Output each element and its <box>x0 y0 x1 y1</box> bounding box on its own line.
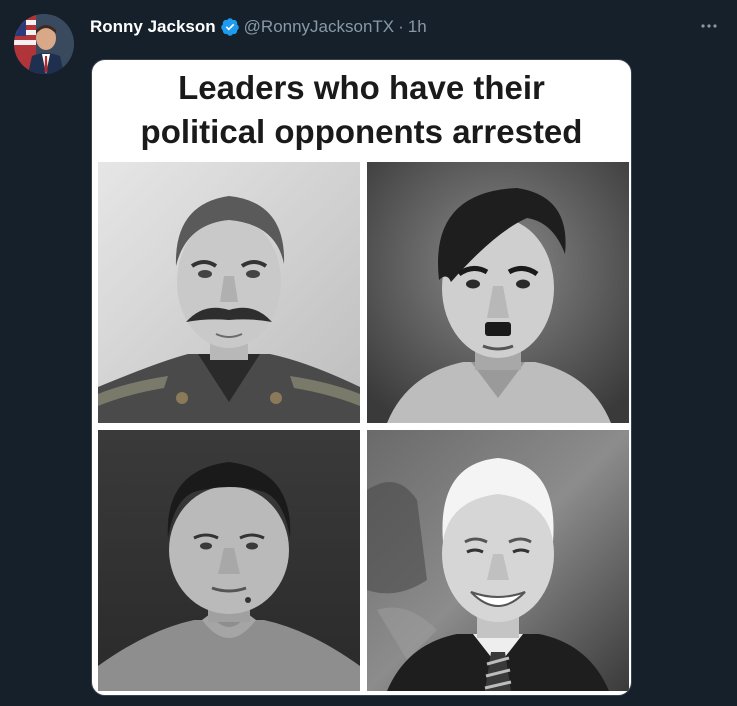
meme-title-line-2: political opponents arrested <box>140 113 583 150</box>
portrait-top-right <box>367 162 629 423</box>
author-name[interactable]: Ronny Jackson <box>90 15 216 39</box>
tweet-media-image[interactable]: Leaders who have their political opponen… <box>91 59 632 696</box>
portrait-bottom-right <box>367 430 629 691</box>
verified-badge-icon <box>220 17 240 37</box>
separator-dot: · <box>398 17 404 36</box>
more-options-icon[interactable] <box>697 14 721 38</box>
meme-title-line-1: Leaders who have their <box>178 69 545 106</box>
portrait-top-left <box>98 162 360 423</box>
meme-title: Leaders who have their political opponen… <box>92 66 631 154</box>
avatar-image <box>14 14 74 74</box>
tweet-card[interactable]: Ronny Jackson @RonnyJacksonTX · 1h Leade… <box>0 0 737 706</box>
portrait-bottom-left <box>98 430 360 691</box>
author-handle[interactable]: @RonnyJacksonTX <box>244 15 395 39</box>
avatar[interactable] <box>14 14 74 74</box>
tweet-header: Ronny Jackson @RonnyJacksonTX · 1h <box>90 15 427 39</box>
timestamp[interactable]: 1h <box>408 15 427 39</box>
